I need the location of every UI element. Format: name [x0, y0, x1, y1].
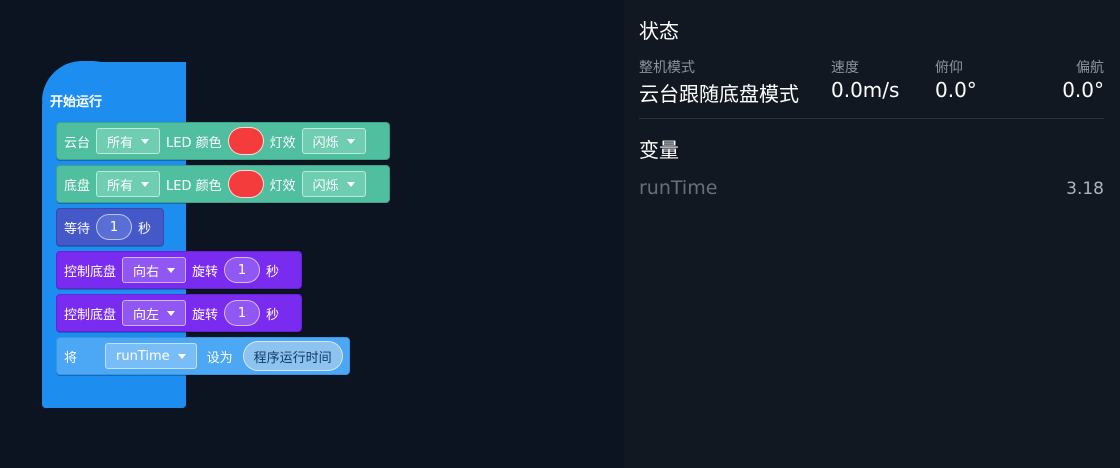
block-workspace[interactable]: 开始运行 云台 所有 LED 颜色 灯效 闪烁 底盘 所有 LED 颜色 灯效 … — [0, 0, 624, 468]
direction-value: 向左 — [133, 307, 160, 323]
direction-value: 向右 — [133, 264, 160, 280]
variable-value: 3.18 — [1066, 179, 1104, 199]
gimbal-led-block[interactable]: 云台 所有 LED 颜色 灯效 闪烁 — [56, 122, 390, 160]
chassis-target-dropdown[interactable]: 所有 — [96, 171, 161, 197]
start-block-tail — [42, 380, 186, 408]
gimbal-effect-dropdown[interactable]: 闪烁 — [301, 128, 366, 154]
speed-value: 0.0m/s — [831, 78, 900, 102]
yaw-value: 0.0° — [1062, 78, 1104, 102]
chassis-label: 底盘 — [64, 178, 91, 194]
rotate-left-block[interactable]: 控制底盘 向左 旋转 1 秒 — [56, 294, 302, 332]
chassis-led-color-label: LED 颜色 — [166, 178, 222, 194]
gimbal-led-color-label: LED 颜色 — [166, 135, 222, 151]
chassis-effect-value: 闪烁 — [312, 178, 339, 194]
caret-down-icon — [167, 267, 176, 273]
wait-unit: 秒 — [138, 221, 152, 237]
caret-down-icon — [141, 181, 150, 187]
chassis-led-block[interactable]: 底盘 所有 LED 颜色 灯效 闪烁 — [56, 165, 390, 203]
variable-value: runTime — [116, 348, 170, 364]
variables-title: 变量 — [639, 138, 679, 162]
chassis-control-label: 控制底盘 — [64, 307, 117, 323]
caret-down-icon — [141, 138, 150, 144]
gimbal-effect-value: 闪烁 — [312, 135, 339, 151]
gimbal-effect-label: 灯效 — [269, 135, 296, 151]
start-block-label: 开始运行 — [50, 95, 103, 110]
caret-down-icon — [167, 310, 176, 316]
gimbal-target-dropdown[interactable]: 所有 — [96, 128, 161, 154]
gimbal-target-value: 所有 — [107, 135, 134, 151]
pitch-label: 俯仰 — [935, 60, 963, 76]
rotate-seconds-input[interactable]: 1 — [224, 300, 261, 326]
mode-value: 云台跟随底盘模式 — [639, 82, 799, 106]
chassis-control-label: 控制底盘 — [64, 264, 117, 280]
rotate-unit: 秒 — [266, 307, 280, 323]
status-title: 状态 — [639, 19, 679, 43]
rotate-label: 旋转 — [192, 264, 219, 280]
section-divider — [639, 118, 1104, 119]
rotate-right-block[interactable]: 控制底盘 向右 旋转 1 秒 — [56, 251, 302, 289]
rotate-unit: 秒 — [266, 264, 280, 280]
variable-dropdown[interactable]: runTime — [105, 343, 197, 369]
pitch-value: 0.0° — [935, 78, 977, 102]
wait-seconds-input[interactable]: 1 — [96, 214, 133, 240]
chassis-color-picker[interactable] — [227, 170, 264, 198]
set-to-label: 设为 — [206, 350, 233, 366]
chassis-effect-dropdown[interactable]: 闪烁 — [301, 171, 366, 197]
rotate-seconds-input[interactable]: 1 — [224, 257, 261, 283]
caret-down-icon — [177, 353, 186, 359]
caret-down-icon — [346, 138, 355, 144]
yaw-label: 偏航 — [1076, 60, 1104, 76]
gimbal-label: 云台 — [64, 135, 91, 151]
gimbal-color-picker[interactable] — [227, 127, 264, 155]
wait-label: 等待 — [64, 221, 91, 237]
set-variable-block[interactable]: 将 runTime 设为 程序运行时间 — [56, 337, 350, 375]
program-runtime-reporter[interactable]: 程序运行时间 — [242, 341, 343, 371]
caret-down-icon — [346, 181, 355, 187]
speed-label: 速度 — [831, 60, 859, 76]
mode-label: 整机模式 — [639, 60, 695, 76]
variable-name: runTime — [639, 177, 718, 199]
chassis-effect-label: 灯效 — [269, 178, 296, 194]
status-panel: 状态 整机模式 云台跟随底盘模式 速度 0.0m/s 俯仰 0.0° 偏航 0.… — [624, 0, 1120, 468]
direction-dropdown-right[interactable]: 向右 — [122, 257, 187, 283]
set-prefix-label: 将 — [64, 350, 78, 366]
wait-block[interactable]: 等待 1 秒 — [56, 208, 164, 246]
direction-dropdown-left[interactable]: 向左 — [122, 300, 187, 326]
chassis-target-value: 所有 — [107, 178, 134, 194]
rotate-label: 旋转 — [192, 307, 219, 323]
